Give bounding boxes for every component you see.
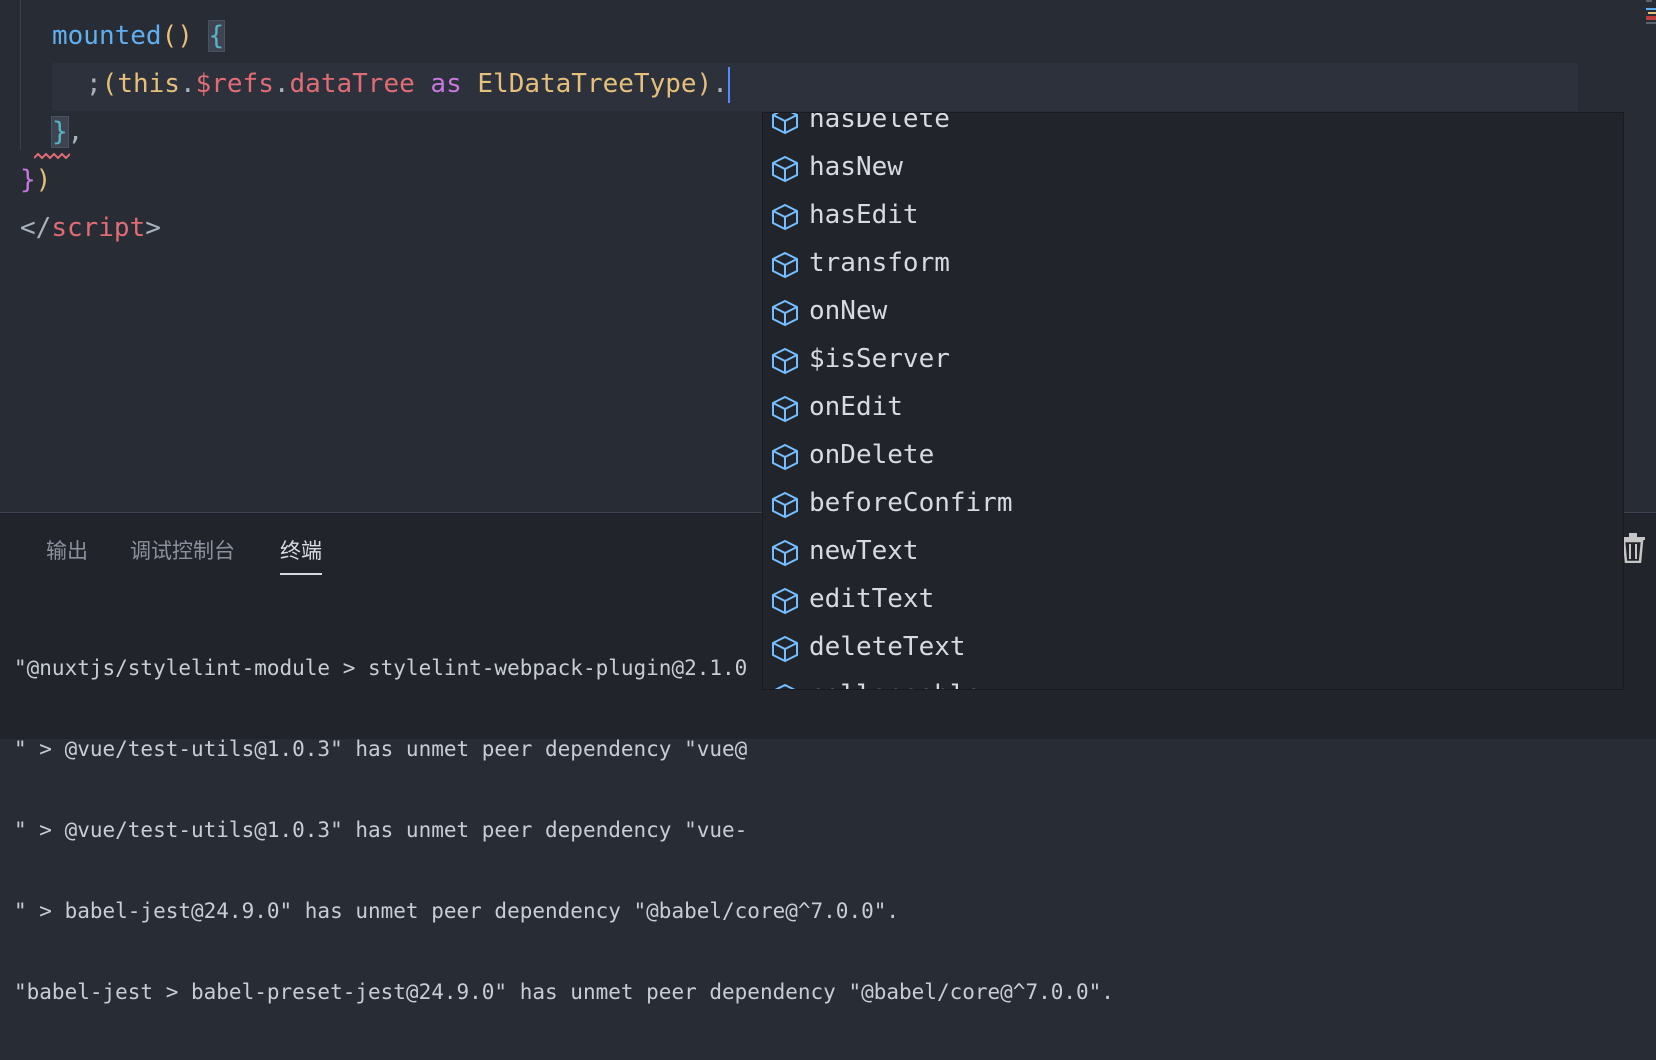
terminal-line: " > babel-jest@24.9.0" has unmet peer de…: [14, 899, 900, 923]
active-tab-underline: [280, 573, 322, 575]
cube-icon: [772, 203, 798, 231]
minimap[interactable]: [1586, 0, 1656, 40]
tab-terminal[interactable]: 终端: [280, 535, 322, 575]
cube-icon: [772, 491, 798, 519]
suggestion-label: hasNew: [809, 152, 903, 182]
suggestion-label: beforeConfirm: [809, 488, 1013, 518]
suggestion-item[interactable]: hasDelete: [763, 112, 1623, 143]
suggestion-label: hasEdit: [809, 200, 919, 230]
suggestion-label: onDelete: [809, 440, 935, 470]
suggestion-label: deleteText: [809, 632, 966, 662]
matched-brace: }: [51, 116, 69, 148]
suggestion-item[interactable]: transform: [763, 239, 1623, 287]
terminal-line: "babel-jest > babel-preset-jest@24.9.0" …: [14, 980, 1114, 1004]
suggestion-item[interactable]: onNew: [763, 287, 1623, 335]
terminal-line: " > @vue/test-utils@1.0.3" has unmet pee…: [14, 818, 748, 842]
autocomplete-suggestions[interactable]: hasDelete hasNew hasEdit transform onNew $isS…: [762, 112, 1624, 690]
cube-icon: [772, 443, 798, 471]
tab-terminal-label: 终端: [280, 539, 322, 563]
suggestion-item[interactable]: editText: [763, 575, 1623, 623]
suggestion-item[interactable]: hasEdit: [763, 191, 1623, 239]
cube-icon: [772, 395, 798, 423]
cube-icon: [772, 587, 798, 615]
tab-output[interactable]: 输出: [46, 535, 88, 565]
suggestion-label: $isServer: [809, 344, 950, 374]
code-line-3: },: [51, 116, 84, 148]
suggestion-item[interactable]: $isServer: [763, 335, 1623, 383]
matched-brace: {: [207, 20, 226, 52]
suggestion-item[interactable]: hasNew: [763, 143, 1623, 191]
suggestion-label: newText: [809, 536, 919, 566]
suggestion-item[interactable]: onDelete: [763, 431, 1623, 479]
suggestion-label: transform: [809, 248, 950, 278]
suggestion-item[interactable]: collapsable: [763, 671, 1623, 689]
suggestion-item[interactable]: beforeConfirm: [763, 479, 1623, 527]
tab-debug-console[interactable]: 调试控制台: [130, 535, 235, 565]
text-cursor: [727, 66, 730, 103]
suggestion-item[interactable]: newText: [763, 527, 1623, 575]
suggestion-label: collapsable: [809, 671, 981, 689]
cube-icon: [772, 347, 798, 375]
cube-icon: [774, 683, 796, 689]
cube-icon: [772, 299, 798, 327]
suggestion-label: hasDelete: [809, 112, 950, 134]
suggestion-item[interactable]: onEdit: [763, 383, 1623, 431]
code-line-2: ;(this.$refs.dataTree as ElDataTreeType)…: [86, 60, 730, 108]
indent-guide: [20, 0, 21, 150]
cube-icon: [772, 251, 798, 279]
cube-icon: [772, 635, 798, 663]
suggestion-label: editText: [809, 584, 935, 614]
code-line-1: mounted() {: [52, 20, 226, 52]
code-line-5: </script>: [20, 213, 161, 243]
suggestion-label: onNew: [809, 296, 888, 326]
cube-icon: [772, 113, 798, 135]
suggestion-label: onEdit: [809, 392, 903, 422]
code-line-4: }): [20, 165, 52, 195]
terminal-line: " > @vue/test-utils@1.0.3" has unmet pee…: [14, 737, 748, 761]
suggestion-item[interactable]: deleteText: [763, 623, 1623, 671]
cube-icon: [772, 539, 798, 567]
cube-icon: [772, 155, 798, 183]
